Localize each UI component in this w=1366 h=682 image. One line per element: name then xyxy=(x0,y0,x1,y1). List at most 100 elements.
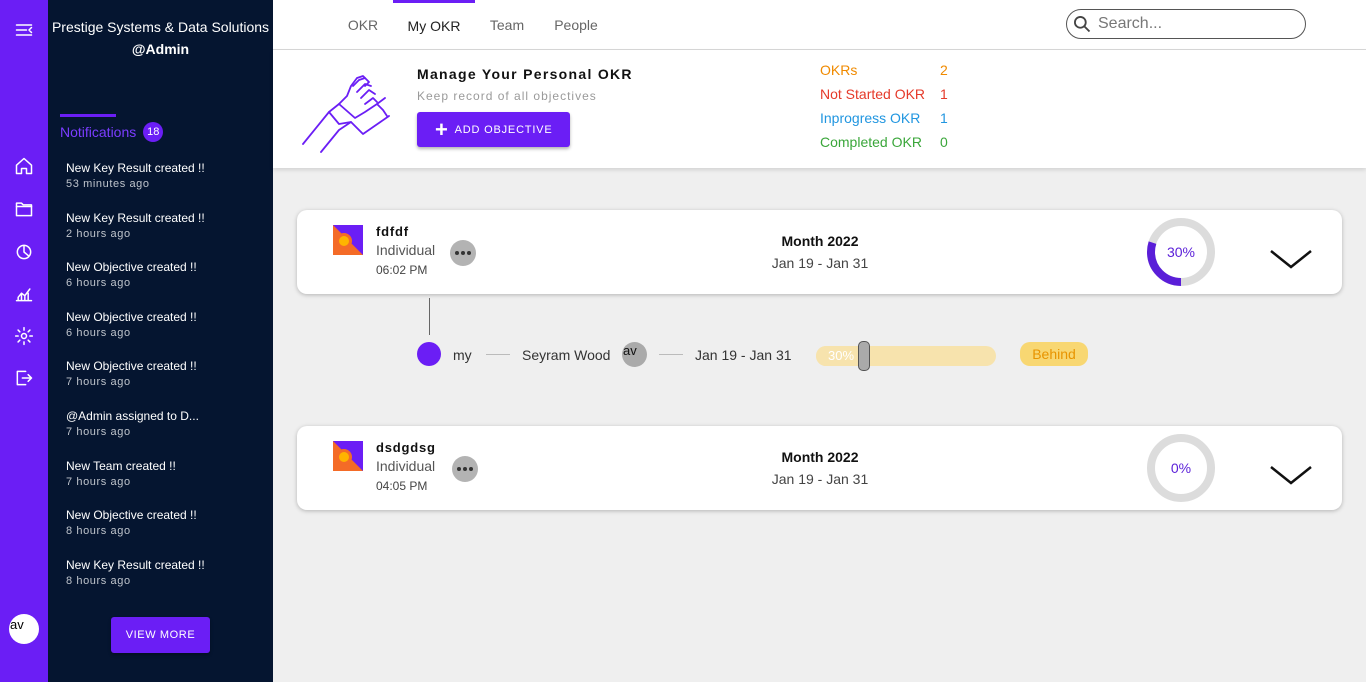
stat-okrs: OKRs 2 xyxy=(820,62,948,86)
key-result-progress-slider[interactable]: 30% xyxy=(816,341,996,371)
objective-date-range: Jan 19 - Jan 31 xyxy=(771,471,869,487)
key-result-owner: Seyram Wood xyxy=(522,347,611,363)
objective-name: fdfdf xyxy=(376,224,409,239)
notification-text: New Objective created !! xyxy=(66,508,197,523)
handshake-icon xyxy=(299,64,391,154)
key-result-dot xyxy=(417,342,441,366)
objective-name: dsdgdsg xyxy=(376,440,436,455)
stat-label: Completed OKR xyxy=(820,134,922,150)
objective-date-range: Jan 19 - Jan 31 xyxy=(771,255,869,271)
top-bar: OKR My OKR Team People xyxy=(273,0,1366,50)
notifications-title: Notifications xyxy=(60,124,137,140)
stat-label: OKRs xyxy=(820,62,858,78)
home-icon[interactable] xyxy=(12,154,36,178)
tab-people[interactable]: People xyxy=(543,0,609,49)
add-objective-label: ADD OBJECTIVE xyxy=(454,123,553,136)
plus-icon: + xyxy=(435,116,449,142)
notification-time: 7 hours ago xyxy=(66,376,131,389)
divider xyxy=(659,354,683,355)
user-avatar[interactable]: av xyxy=(9,614,39,644)
key-result-name[interactable]: my xyxy=(453,347,472,363)
notification-item[interactable]: @Admin assigned to D... 7 hours ago xyxy=(66,408,266,458)
notifications-list: New Key Result created !! 53 minutes ago … xyxy=(66,160,266,606)
search-icon xyxy=(1074,16,1091,33)
stat-value: 1 xyxy=(940,110,948,126)
notification-text: New Objective created !! xyxy=(66,359,197,374)
notification-text: New Objective created !! xyxy=(66,260,197,275)
stat-value: 2 xyxy=(940,62,948,78)
notification-text: New Key Result created !! xyxy=(66,557,205,572)
objective-period: Month 2022 xyxy=(781,449,859,465)
chevron-down-icon[interactable] xyxy=(1269,463,1313,487)
left-rail: av xyxy=(0,0,48,682)
progress-label: 0% xyxy=(1170,460,1192,476)
notification-item[interactable]: New Objective created !! 8 hours ago xyxy=(66,507,266,557)
tab-team[interactable]: Team xyxy=(481,0,533,49)
settings-icon[interactable] xyxy=(12,324,36,348)
more-options-button[interactable] xyxy=(450,240,476,266)
objective-time: 06:02 PM xyxy=(376,263,428,277)
page-title: Manage Your Personal OKR xyxy=(417,66,633,82)
notification-item[interactable]: New Key Result created !! 8 hours ago xyxy=(66,557,266,607)
org-header: Prestige Systems & Data Solutions @Admin xyxy=(48,16,273,60)
notification-text: @Admin assigned to D... xyxy=(66,408,199,423)
tab-my-okr[interactable]: My OKR xyxy=(393,0,475,49)
notification-item[interactable]: New Objective created !! 6 hours ago xyxy=(66,309,266,359)
collapse-menu-icon[interactable] xyxy=(12,18,36,42)
okr-summary-header: Manage Your Personal OKR Keep record of … xyxy=(273,50,1366,168)
stat-value: 1 xyxy=(940,86,948,102)
notification-item[interactable]: New Objective created !! 7 hours ago xyxy=(66,358,266,408)
notifications-panel: Prestige Systems & Data Solutions @Admin… xyxy=(48,0,273,682)
notification-text: New Team created !! xyxy=(66,458,176,473)
notifications-tab-indicator xyxy=(60,114,116,117)
stat-label: Inprogress OKR xyxy=(820,110,921,126)
current-user: @Admin xyxy=(131,41,190,57)
more-options-button[interactable] xyxy=(452,456,478,482)
pie-chart-icon[interactable] xyxy=(12,240,36,264)
objective-logo-icon xyxy=(333,225,363,255)
chevron-down-icon[interactable] xyxy=(1269,247,1313,271)
view-more-button[interactable]: VIEW MORE xyxy=(111,617,210,653)
notification-time: 7 hours ago xyxy=(66,425,131,438)
notification-time: 6 hours ago xyxy=(66,277,131,290)
notification-time: 8 hours ago xyxy=(66,574,131,587)
owner-avatar: av xyxy=(622,342,647,367)
org-name: Prestige Systems & Data Solutions xyxy=(51,19,270,35)
key-result-connector xyxy=(429,298,430,335)
okr-stats: OKRs 2 Not Started OKR 1 Inprogress OKR 1 C… xyxy=(820,62,948,158)
slider-thumb[interactable] xyxy=(858,341,870,371)
status-badge: Behind xyxy=(1020,342,1088,366)
notifications-count-badge: 18 xyxy=(143,122,164,142)
stat-completed: Completed OKR 0 xyxy=(820,134,948,158)
key-result-date-range: Jan 19 - Jan 31 xyxy=(695,347,792,363)
tab-okr[interactable]: OKR xyxy=(337,0,389,49)
search-input[interactable] xyxy=(1098,15,1298,33)
objective-period: Month 2022 xyxy=(781,233,859,249)
objective-logo-icon xyxy=(333,441,363,471)
notification-time: 7 hours ago xyxy=(66,475,131,488)
add-objective-button[interactable]: + ADD OBJECTIVE xyxy=(417,112,570,147)
objective-type: Individual xyxy=(376,242,436,258)
stat-value: 0 xyxy=(940,134,948,150)
objective-card[interactable]: dsdgdsg Individual 04:05 PM Month 2022 J… xyxy=(297,426,1342,510)
analytics-icon[interactable] xyxy=(12,282,36,306)
notification-time: 8 hours ago xyxy=(66,525,131,538)
stat-inprogress: Inprogress OKR 1 xyxy=(820,110,948,134)
search-box xyxy=(1066,9,1306,39)
progress-label: 30% xyxy=(828,348,855,363)
objective-type: Individual xyxy=(376,458,436,474)
notification-item[interactable]: New Key Result created !! 2 hours ago xyxy=(66,210,266,260)
notification-text: New Objective created !! xyxy=(66,309,197,324)
logout-icon[interactable] xyxy=(12,366,36,390)
notification-item[interactable]: New Team created !! 7 hours ago xyxy=(66,458,266,508)
notifications-tab[interactable]: Notifications 18 xyxy=(60,122,164,142)
notification-item[interactable]: New Objective created !! 6 hours ago xyxy=(66,259,266,309)
objective-time: 04:05 PM xyxy=(376,479,428,493)
folder-icon[interactable] xyxy=(12,197,36,221)
stat-not-started: Not Started OKR 1 xyxy=(820,86,948,110)
notification-text: New Key Result created !! xyxy=(66,161,205,175)
objective-card[interactable]: fdfdf Individual 06:02 PM Month 2022 Jan… xyxy=(297,210,1342,294)
notification-item[interactable]: New Key Result created !! 53 minutes ago xyxy=(66,160,266,210)
stat-label: Not Started OKR xyxy=(820,86,926,102)
page-subtitle: Keep record of all objectives xyxy=(417,89,597,103)
